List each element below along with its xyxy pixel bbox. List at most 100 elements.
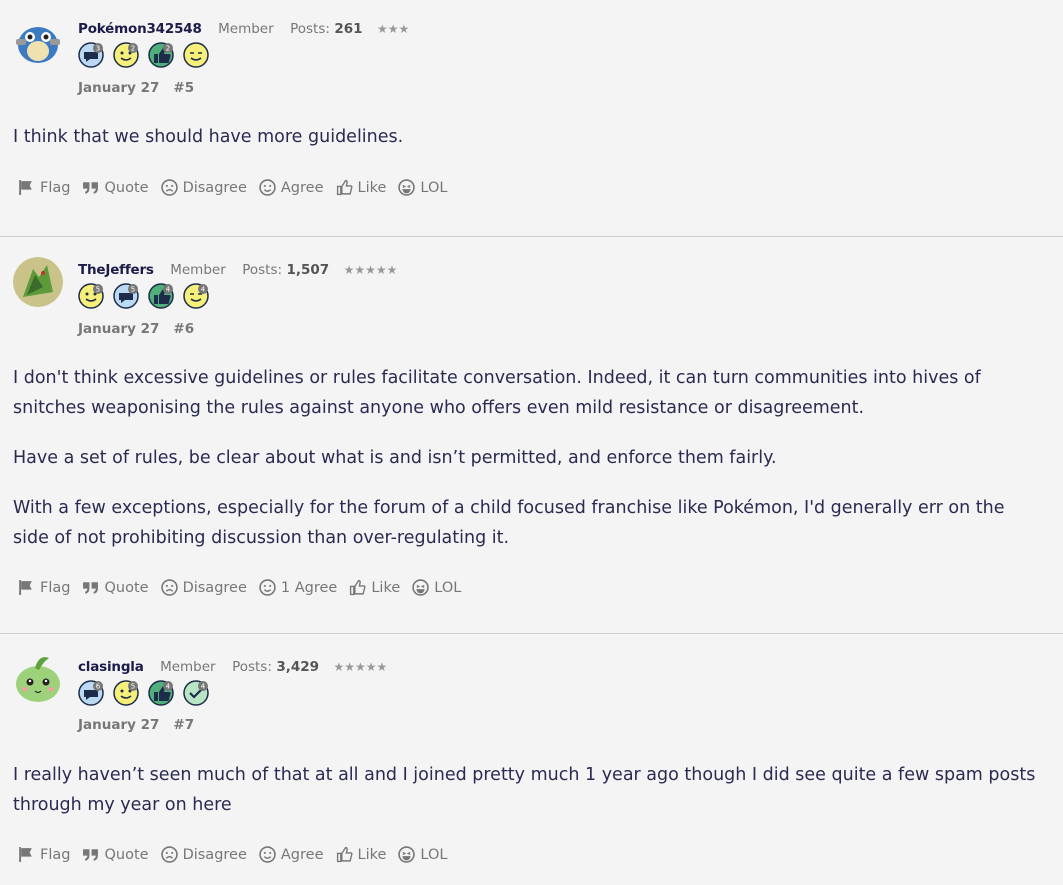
- like-button[interactable]: Like: [349, 579, 400, 596]
- post-meta: January 27 #5: [78, 80, 194, 96]
- sad-face-icon: [160, 579, 178, 596]
- forum-post: Pokémon342548 Member Posts: 261 ★★★ 3 2 …: [0, 0, 1063, 237]
- post-meta: January 27 #6: [78, 321, 194, 337]
- thumbs-up-badge-icon[interactable]: 2: [148, 42, 174, 68]
- thumbs-up-icon: [336, 846, 353, 863]
- posts-label: Posts:: [242, 262, 283, 278]
- thumbs-up-icon: [350, 579, 366, 596]
- username[interactable]: clasingla: [78, 659, 144, 675]
- svg-text:6: 6: [96, 683, 101, 691]
- post-paragraph: I don't think excessive guidelines or ru…: [13, 368, 981, 418]
- forum-post: TheJeffers Member Posts: 1,507 ★★★★★ 5 5…: [0, 237, 1063, 634]
- post-body: I think that we should have more guideli…: [13, 122, 1043, 172]
- post-number[interactable]: #6: [173, 321, 194, 337]
- post-paragraph: Have a set of rules, be clear about what…: [13, 448, 777, 468]
- quote-button[interactable]: Quote: [82, 846, 149, 863]
- user-role: Member: [170, 262, 226, 278]
- thumbs-up-badge-icon[interactable]: 4: [148, 680, 174, 706]
- agree-button[interactable]: Agree: [259, 179, 324, 196]
- post-actions: Flag Quote Disagree Agree Like LOL: [18, 846, 447, 863]
- sad-face-icon: [160, 179, 178, 196]
- smile-badge-icon[interactable]: 5: [78, 283, 104, 309]
- rank-stars: ★★★★★: [333, 660, 388, 674]
- disagree-button[interactable]: Disagree: [160, 846, 247, 863]
- smile-icon: [259, 579, 276, 596]
- username[interactable]: Pokémon342548: [78, 21, 202, 37]
- post-paragraph: I think that we should have more guideli…: [13, 127, 404, 147]
- comment-badge-icon[interactable]: 5: [113, 283, 139, 309]
- disagree-button[interactable]: Disagree: [160, 579, 247, 596]
- posts-count: 261: [334, 21, 363, 37]
- post-body: I don't think excessive guidelines or ru…: [13, 363, 1043, 573]
- quote-icon: [83, 849, 99, 861]
- agree-button[interactable]: Agree: [259, 846, 324, 863]
- post-meta: January 27 #7: [78, 717, 194, 733]
- post-date[interactable]: January 27: [78, 80, 159, 96]
- badge-list: 6 5 4 4: [78, 680, 209, 706]
- posts-count: 3,429: [276, 659, 320, 675]
- sad-face-icon: [160, 846, 178, 863]
- smile-badge-icon[interactable]: 2: [113, 42, 139, 68]
- post-paragraph: I really haven’t seen much of that at al…: [13, 765, 1036, 815]
- svg-text:4: 4: [201, 286, 206, 294]
- user-avatar[interactable]: [13, 15, 63, 65]
- post-paragraph: With a few exceptions, especially for th…: [13, 498, 1005, 548]
- post-number[interactable]: #7: [173, 717, 194, 733]
- like-button[interactable]: Like: [336, 846, 386, 863]
- lol-button[interactable]: LOL: [398, 846, 447, 863]
- like-button[interactable]: Like: [336, 179, 386, 196]
- disagree-button[interactable]: Disagree: [160, 179, 247, 196]
- thumbs-up-badge-icon[interactable]: 4: [148, 283, 174, 309]
- svg-text:4: 4: [166, 683, 171, 691]
- svg-text:3: 3: [96, 45, 100, 53]
- post-date[interactable]: January 27: [78, 717, 159, 733]
- thumbs-up-icon: [336, 179, 353, 196]
- svg-text:2: 2: [166, 45, 170, 53]
- user-avatar[interactable]: [13, 257, 63, 307]
- svg-text:5: 5: [131, 286, 135, 294]
- quote-button[interactable]: Quote: [82, 579, 149, 596]
- quote-icon: [83, 582, 99, 594]
- posts-label: Posts:: [290, 21, 330, 37]
- check-badge-icon[interactable]: 4: [183, 680, 209, 706]
- svg-text:5: 5: [131, 683, 135, 691]
- comment-badge-icon[interactable]: 6: [78, 680, 104, 706]
- posts-count: 1,507: [286, 262, 330, 278]
- svg-text:5: 5: [96, 286, 100, 294]
- posts-label: Posts:: [232, 659, 272, 675]
- comment-badge-icon[interactable]: 3: [78, 42, 104, 68]
- flag-icon: [19, 580, 32, 595]
- user-role: Member: [218, 21, 274, 37]
- post-body: I really haven’t seen much of that at al…: [13, 760, 1043, 840]
- smile-icon: [259, 846, 276, 863]
- forum-post: clasingla Member Posts: 3,429 ★★★★★ 6 5 …: [0, 634, 1063, 884]
- svg-text:2: 2: [131, 45, 135, 53]
- post-actions: Flag Quote Disagree 1 Agree Like LOL: [18, 579, 461, 596]
- wink-badge-icon[interactable]: [183, 42, 209, 68]
- post-date[interactable]: January 27: [78, 321, 159, 337]
- quote-icon: [83, 182, 99, 194]
- post-actions: Flag Quote Disagree Agree Like LOL: [18, 179, 447, 196]
- wink-badge-icon[interactable]: 4: [183, 283, 209, 309]
- post-number[interactable]: #5: [173, 80, 194, 96]
- flag-icon: [19, 180, 32, 195]
- lol-button[interactable]: LOL: [412, 579, 461, 596]
- svg-text:4: 4: [166, 286, 171, 294]
- badge-list: 5 5 4 4: [78, 283, 209, 309]
- laugh-icon: [398, 179, 416, 196]
- user-role: Member: [160, 659, 216, 675]
- smile-badge-icon[interactable]: 5: [113, 680, 139, 706]
- laugh-icon: [412, 579, 429, 596]
- username[interactable]: TheJeffers: [78, 262, 154, 278]
- flag-button[interactable]: Flag: [18, 579, 70, 596]
- flag-button[interactable]: Flag: [18, 179, 70, 196]
- quote-button[interactable]: Quote: [82, 179, 149, 196]
- rank-stars: ★★★★★: [343, 263, 398, 277]
- flag-button[interactable]: Flag: [18, 846, 70, 863]
- flag-icon: [19, 847, 32, 862]
- smile-icon: [259, 179, 276, 196]
- lol-button[interactable]: LOL: [398, 179, 447, 196]
- agree-button[interactable]: 1 Agree: [259, 579, 337, 596]
- user-avatar[interactable]: [13, 654, 63, 704]
- laugh-icon: [398, 846, 416, 863]
